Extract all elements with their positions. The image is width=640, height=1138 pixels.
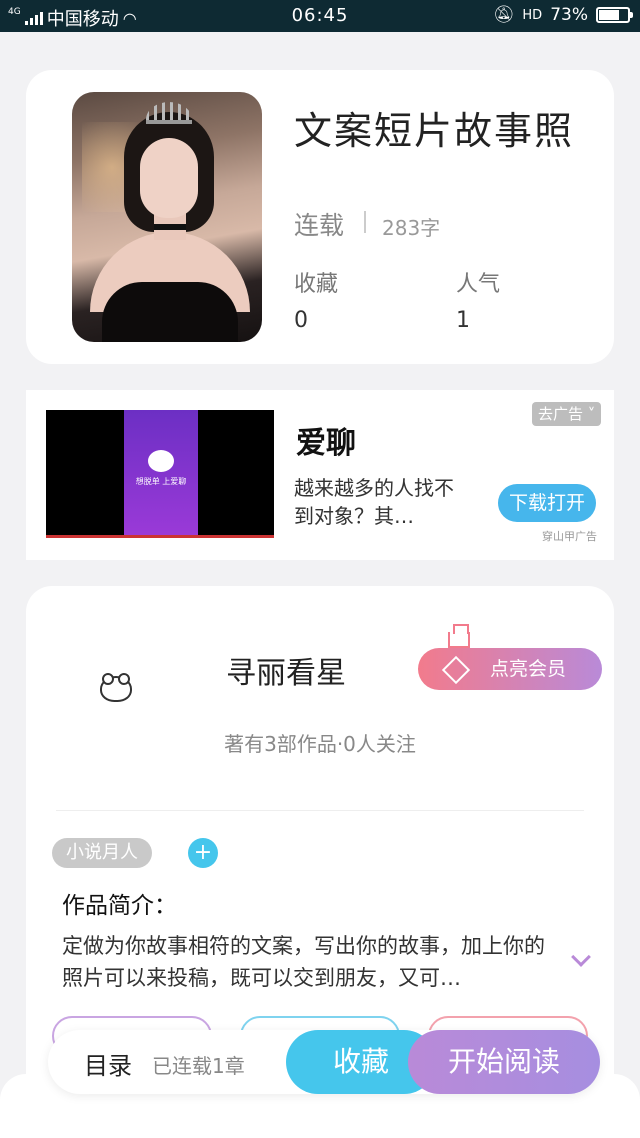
cover-face — [140, 138, 198, 218]
divider — [364, 211, 366, 233]
toc-button[interactable]: 目录 — [84, 1046, 132, 1081]
book-status: 连载 — [294, 211, 345, 240]
serial-status: 已连载1章 — [152, 1054, 245, 1078]
battery-icon — [596, 7, 633, 23]
ad-video-progress — [46, 535, 274, 538]
status-right: 🔕︎ HD 73% — [492, 5, 633, 25]
book-cover-image[interactable] — [72, 92, 262, 342]
ad-title: 爱聊 — [296, 426, 356, 461]
battery-percent: 73% — [550, 5, 588, 25]
diamond-icon — [441, 655, 471, 685]
favorites-count: 0 — [294, 308, 308, 333]
chevron-down-icon: ˅ — [587, 405, 596, 423]
word-count: 283字 — [382, 216, 441, 240]
phone-hd-icon: HD — [522, 7, 543, 23]
author-stats: 著有3部作品·0人关注 — [224, 732, 416, 756]
ad-mascot-icon — [148, 450, 174, 472]
ad-video-phone — [124, 410, 198, 538]
ad-banner[interactable]: 想脱单 上爱聊 爱聊 越来越多的人找不到对象？其… 去广告 ˅ 下载打开 穿山甲… — [26, 390, 614, 560]
status-bar: 4G 中国移动 ◠ 06:45 🔕︎ HD 73% — [0, 0, 640, 32]
popularity-count: 1 — [456, 308, 470, 333]
cover-dress — [102, 282, 238, 342]
vip-button[interactable]: 点亮会员 — [418, 648, 602, 690]
start-reading-button[interactable]: 开始阅读 — [408, 1030, 600, 1094]
add-tag-icon[interactable]: + — [188, 838, 218, 868]
popularity-label: 人气 — [456, 272, 501, 297]
divider — [56, 810, 584, 811]
expand-chevron-icon[interactable] — [571, 947, 591, 967]
book-info-card: 文案短片故事照 连载 283字 收藏 人气 0 1 — [26, 70, 614, 364]
cover-choker — [154, 224, 186, 230]
intro-label: 作品简介： — [62, 893, 177, 919]
crown-icon — [448, 632, 470, 648]
ad-download-button[interactable]: 下载打开 — [498, 484, 596, 522]
battery-fill — [599, 10, 620, 20]
mute-bell-icon: 🔕︎ — [492, 5, 515, 25]
ad-source: 穿山甲广告 — [542, 530, 597, 543]
ad-video-slogan: 想脱单 上爱聊 — [135, 477, 187, 486]
tag-chip[interactable]: 小说月人 — [52, 838, 152, 868]
intro-text: 定做为你故事相符的文案，写出你的故事，加上你的照片可以来投稿，既可以交到朋友，又… — [62, 934, 545, 990]
book-title: 文案短片故事照 — [294, 109, 575, 153]
favorites-label: 收藏 — [294, 272, 339, 297]
ad-description: 越来越多的人找不到对象？其… — [294, 476, 454, 528]
remove-ad-button[interactable]: 去广告 ˅ — [532, 402, 602, 426]
bottom-action-bar: 目录 已连载1章 收藏 开始阅读 — [48, 1030, 600, 1094]
vip-button-label: 点亮会员 — [490, 658, 567, 680]
cover-tiara — [146, 102, 192, 124]
ad-video[interactable]: 想脱单 上爱聊 — [46, 410, 274, 538]
